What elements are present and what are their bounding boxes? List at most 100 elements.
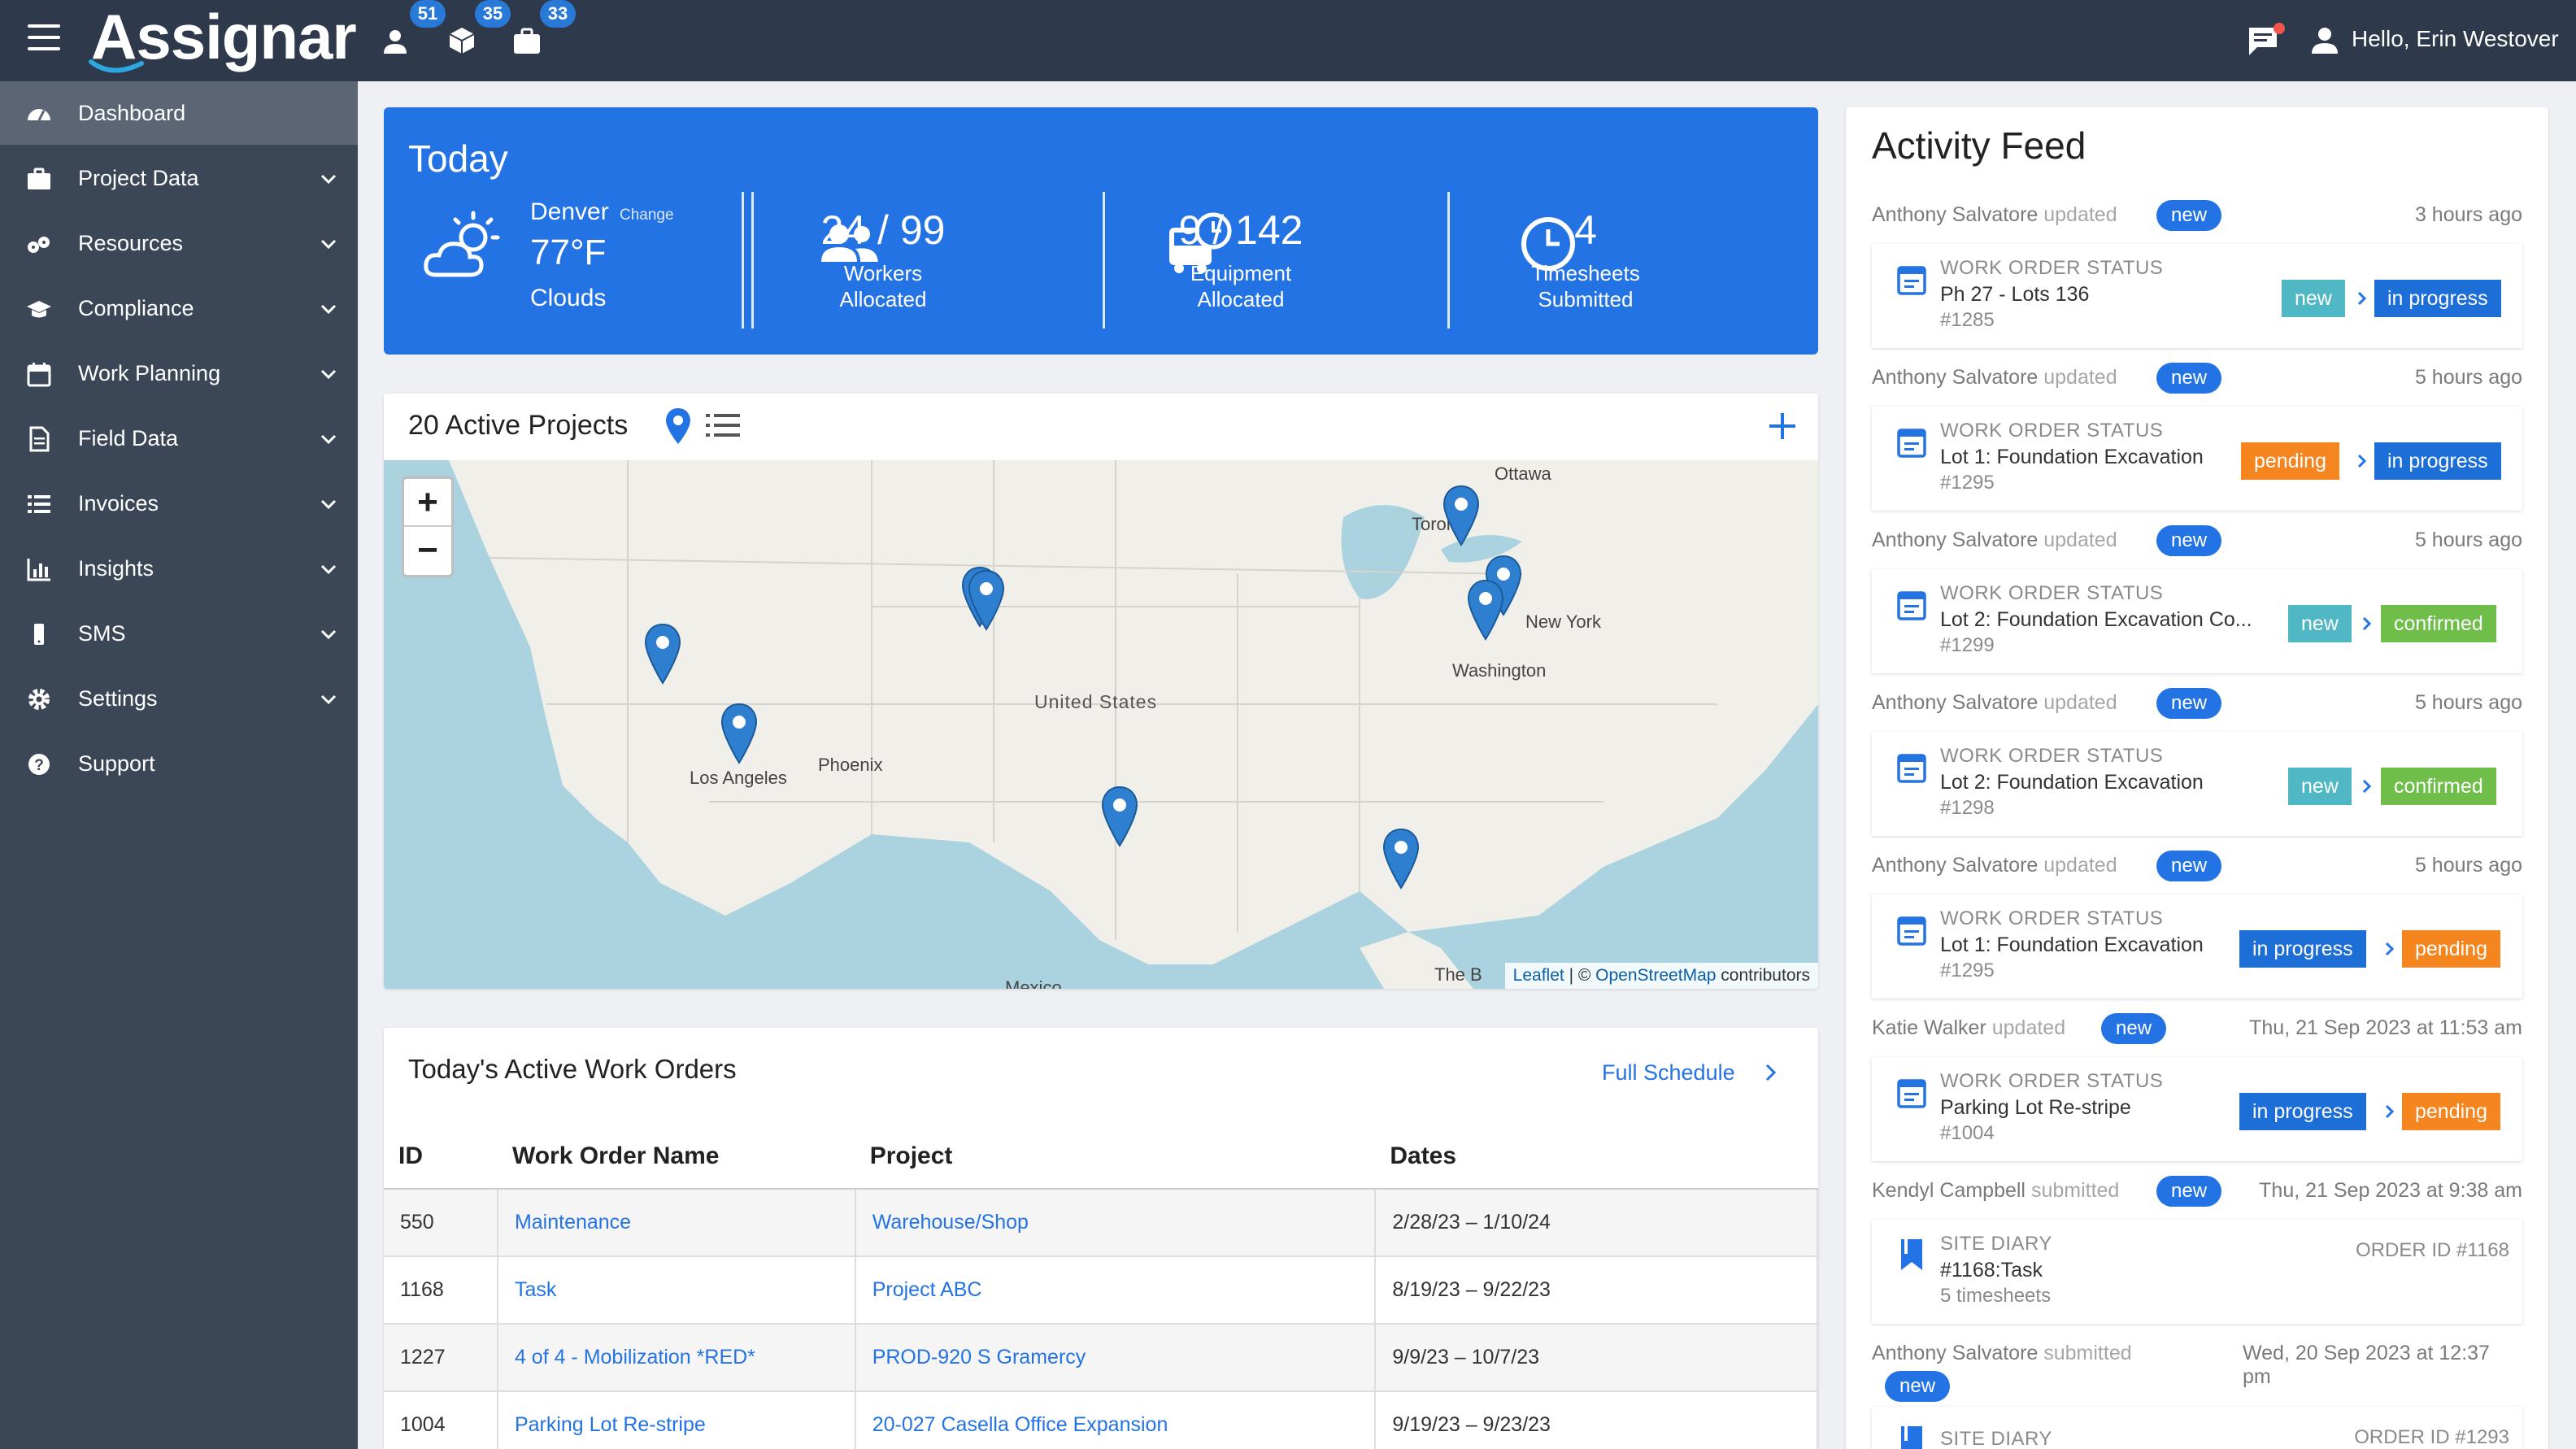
table-row: 1227 4 of 4 - Mobilization *RED* PROD-92… [384,1324,1818,1392]
feed-card-type: WORK ORDER STATUS [1940,1070,2164,1092]
column-header-id[interactable]: ID [384,1124,498,1190]
sidebar-item-sms[interactable]: SMS [0,602,358,665]
feed-card[interactable]: SITE DIARY #1168:Task 5 timesheets ORDER… [1872,1220,2522,1324]
box-icon[interactable] [446,24,478,57]
person-icon[interactable] [379,24,411,57]
feed-user-name[interactable]: Anthony Salvatore [1872,203,2038,226]
feed-card-order-id: ORDER ID #1168 [2356,1239,2509,1261]
feed-user-name[interactable]: Anthony Salvatore [1872,1342,2038,1364]
leaflet-link[interactable]: Leaflet [1513,966,1564,985]
sidebar-item-resources[interactable]: Resources [0,211,358,275]
chevron-down-icon[interactable] [319,559,338,579]
sidebar-item-settings[interactable]: Settings [0,667,358,730]
feed-user-name[interactable]: Katie Walker [1872,1016,1986,1039]
map-marker-icon[interactable] [966,569,1007,634]
sidebar-item-work-planning[interactable]: Work Planning [0,342,358,405]
feed-card-detail: Lot 1: Foundation Excavation [1940,933,2204,956]
feed-user-name[interactable]: Anthony Salvatore [1872,854,2038,877]
menu-icon[interactable] [28,24,60,54]
feed-entry-header: Kendyl Campbell submitted new Thu, 21 Se… [1872,1176,2522,1208]
status-to-badge: confirmed [2381,605,2496,642]
projects-map[interactable]: Ottawa Toron New York Washington United … [384,460,1818,989]
change-city-link[interactable]: Change [620,207,674,224]
project-link[interactable]: Project ABC [855,1256,1377,1325]
openstreetmap-link[interactable]: OpenStreetMap [1595,966,1716,985]
sidebar-item-project-data[interactable]: Project Data [0,146,358,210]
column-header-name[interactable]: Work Order Name [497,1124,855,1190]
chevron-right-icon[interactable] [1760,1062,1781,1083]
feed-card[interactable]: WORK ORDER STATUS Lot 2: Foundation Exca… [1872,569,2522,673]
top-bar: Assignar 51 35 33 Hello, Erin Westover [0,0,2576,81]
work-order-name-link[interactable]: Parking Lot Re-stripe [497,1391,856,1449]
chevron-down-icon[interactable] [319,690,338,709]
sidebar-item-label: Dashboard [78,101,186,125]
table-row: 550 Maintenance Warehouse/Shop 2/28/23 –… [384,1189,1818,1257]
user-greeting[interactable]: Hello, Erin Westover [2352,26,2559,52]
chevron-down-icon[interactable] [319,494,338,514]
feed-user-name[interactable]: Anthony Salvatore [1872,529,2038,551]
user-icon[interactable] [2309,24,2340,55]
map-view-pin-icon[interactable] [664,407,693,446]
chevron-right-icon [2362,779,2372,794]
work-order-name-link[interactable]: 4 of 4 - Mobilization *RED* [497,1324,856,1392]
add-project-plus-icon[interactable] [1766,410,1799,442]
sidebar-item-insights[interactable]: Insights [0,537,358,600]
map-marker-icon[interactable] [1441,485,1482,550]
full-schedule-link[interactable]: Full Schedule [1602,1060,1735,1086]
briefcase-icon[interactable] [511,24,543,57]
sidebar-item-label: Field Data [78,426,179,450]
sidebar-item-dashboard[interactable]: Dashboard [0,81,358,145]
zoom-in-button[interactable]: + [404,479,451,527]
chevron-down-icon[interactable] [319,169,338,189]
sidebar-item-label: Compliance [78,296,194,320]
sidebar-item-label: Work Planning [78,361,221,385]
chevron-down-icon[interactable] [319,624,338,644]
status-from-badge: in progress [2239,1093,2366,1130]
map-marker-icon[interactable] [1099,785,1140,851]
sidebar-item-support[interactable]: ? Support [0,732,358,795]
feed-card[interactable]: WORK ORDER STATUS Lot 2: Foundation Exca… [1872,732,2522,836]
projects-count-badge[interactable]: 33 [540,0,576,28]
work-order-id: 1227 [384,1324,498,1392]
work-order-name-link[interactable]: Task [497,1256,856,1325]
feed-user-name[interactable]: Anthony Salvatore [1872,691,2038,714]
work-order-name-link[interactable]: Maintenance [497,1189,856,1257]
map-marker-icon[interactable] [1381,828,1421,893]
feed-card[interactable]: WORK ORDER STATUS Lot 1: Foundation Exca… [1872,407,2522,511]
chevron-down-icon[interactable] [319,364,338,384]
feed-card-detail: Lot 2: Foundation Excavation Co... [1940,608,2252,631]
project-link[interactable]: Warehouse/Shop [855,1189,1377,1257]
chevron-down-icon[interactable] [319,234,338,254]
feed-user-name[interactable]: Kendyl Campbell [1872,1179,2026,1202]
document-icon [29,426,50,452]
column-header-project[interactable]: Project [855,1124,1376,1190]
status-from-badge: new [2282,280,2345,317]
feed-card-detail: Parking Lot Re-stripe [1940,1096,2131,1119]
feed-verb: updated [1991,1016,2066,1039]
project-link[interactable]: PROD-920 S Gramercy [855,1324,1377,1392]
feed-card[interactable]: WORK ORDER STATUS Parking Lot Re-stripe … [1872,1057,2522,1161]
zoom-out-button[interactable]: − [404,527,451,575]
divider [1103,192,1105,329]
equipment-count-badge[interactable]: 35 [475,0,511,28]
chevron-down-icon[interactable] [319,299,338,319]
list-view-icon[interactable] [706,411,740,439]
feed-card[interactable]: SITE DIARY ORDER ID #1293 [1872,1407,2522,1449]
feed-card[interactable]: WORK ORDER STATUS Lot 1: Foundation Exca… [1872,894,2522,999]
feed-card-type: WORK ORDER STATUS [1940,745,2164,767]
workers-count-badge[interactable]: 51 [410,0,446,28]
svg-text:?: ? [34,757,44,774]
chevron-down-icon[interactable] [319,429,338,449]
project-link[interactable]: 20-027 Casella Office Expansion [855,1391,1377,1449]
feed-card[interactable]: WORK ORDER STATUS Ph 27 - Lots 136 #1285… [1872,244,2522,348]
map-marker-icon[interactable] [642,623,683,688]
feed-user-name[interactable]: Anthony Salvatore [1872,366,2038,389]
calendar-icon [1897,591,1926,620]
map-marker-icon[interactable] [719,703,759,768]
column-header-dates[interactable]: Dates [1375,1124,1817,1190]
sidebar-item-invoices[interactable]: Invoices [0,472,358,535]
sidebar-item-compliance[interactable]: Compliance [0,276,358,340]
feed-verb: updated [2043,203,2117,226]
map-marker-icon[interactable] [1465,579,1506,644]
sidebar-item-field-data[interactable]: Field Data [0,407,358,470]
